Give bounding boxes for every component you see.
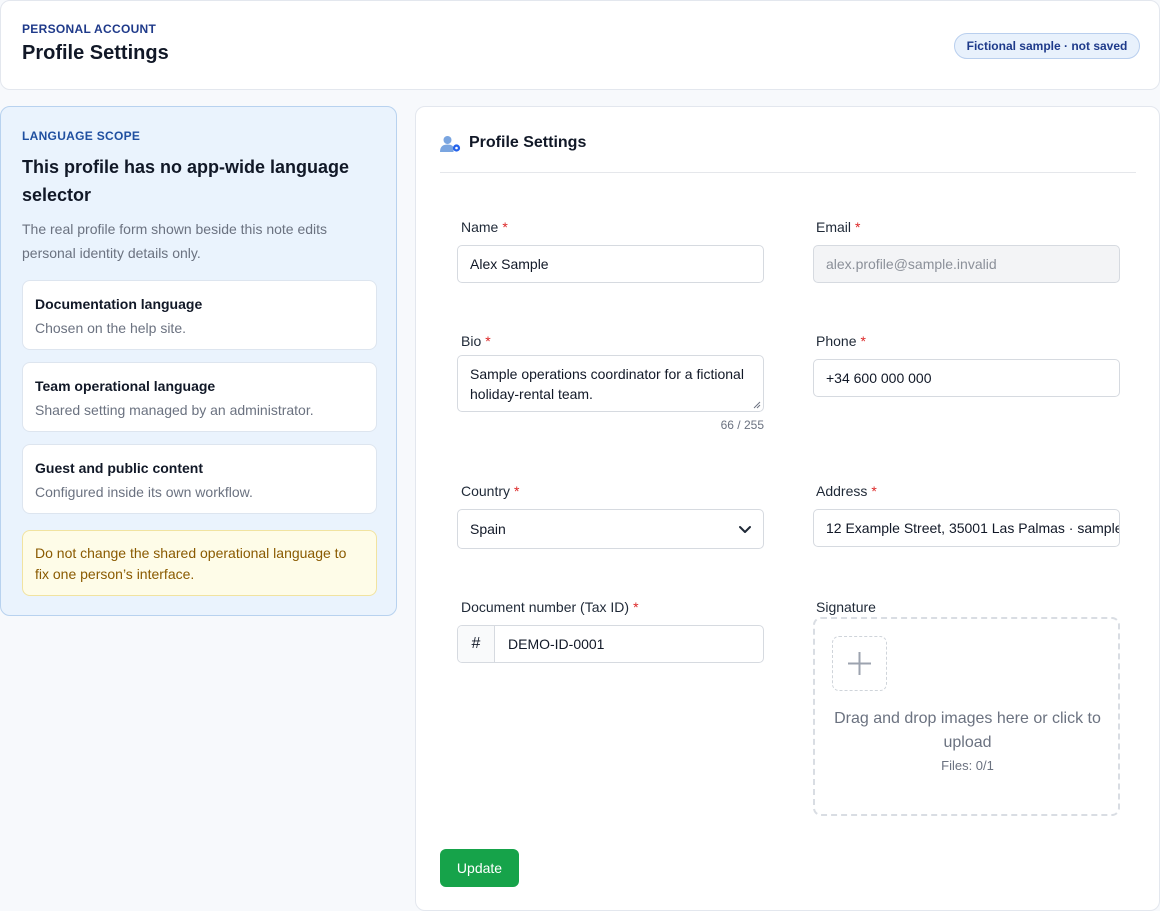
status-badge: Fictional sample · not saved: [954, 33, 1140, 59]
email-field: alex.profile@sample.invalid: [813, 245, 1120, 283]
document-label: Document number (Tax ID) *: [461, 599, 639, 615]
document-number-input[interactable]: DEMO-ID-0001: [508, 626, 604, 662]
signature-upload-dropzone[interactable]: Drag and drop images here or click to up…: [813, 617, 1120, 816]
update-button[interactable]: Update: [440, 849, 519, 887]
country-select[interactable]: Spain: [457, 509, 764, 549]
plus-icon: [848, 652, 871, 675]
country-label-text: Country: [461, 483, 511, 499]
phone-label-text: Phone: [816, 333, 857, 349]
email-label: Email *: [816, 219, 860, 235]
signature-label: Signature: [816, 599, 876, 615]
language-scope-panel: LANGUAGE SCOPE This profile has no app-w…: [0, 106, 397, 616]
user-gear-icon: [440, 136, 461, 152]
upload-file-count: Files: 0/1: [941, 758, 994, 773]
scope-item-title: Documentation language: [35, 296, 203, 312]
required-mark: *: [485, 333, 491, 349]
bio-label-text: Bio: [461, 333, 482, 349]
scope-item-documentation: Documentation language Chosen on the hel…: [22, 280, 377, 350]
required-mark: *: [502, 219, 508, 235]
card-header: Profile Settings: [440, 107, 1136, 173]
scope-eyebrow: LANGUAGE SCOPE: [22, 129, 141, 143]
scope-warning: Do not change the shared operational lan…: [22, 530, 377, 596]
chevron-down-icon: [739, 526, 751, 533]
page-eyebrow: PERSONAL ACCOUNT: [22, 22, 157, 36]
scope-item-team: Team operational language Shared setting…: [22, 362, 377, 432]
page-header: PERSONAL ACCOUNT Profile Settings Fictio…: [0, 0, 1160, 90]
address-label: Address *: [816, 483, 877, 499]
scope-heading: This profile has no app-wide language se…: [22, 157, 350, 205]
scope-item-guest: Guest and public content Configured insi…: [22, 444, 377, 514]
scope-item-desc: Shared setting managed by an administrat…: [35, 402, 314, 418]
phone-label: Phone *: [816, 333, 866, 349]
required-mark: *: [860, 333, 866, 349]
bio-char-counter: 66 / 255: [720, 418, 764, 432]
bio-textarea[interactable]: Sample operations coordinator for a fict…: [457, 355, 764, 412]
country-label: Country *: [461, 483, 519, 499]
required-mark: *: [633, 599, 639, 615]
scope-item-desc: Configured inside its own workflow.: [35, 484, 253, 500]
hash-icon: #: [458, 626, 495, 662]
upload-hint: Drag and drop images here or click to up…: [834, 710, 1101, 751]
bio-text: Sample operations coordinator for a fict…: [470, 366, 744, 402]
profile-form-card: Profile Settings Name * Alex Sample Email…: [415, 106, 1160, 911]
card-title: Profile Settings: [469, 134, 587, 151]
country-value: Spain: [470, 521, 506, 537]
address-label-text: Address: [816, 483, 868, 499]
bio-label: Bio *: [461, 333, 491, 349]
email-label-text: Email: [816, 219, 852, 235]
resize-handle-icon[interactable]: [753, 401, 761, 409]
scope-item-title: Team operational language: [35, 378, 216, 394]
scope-item-desc: Chosen on the help site.: [35, 320, 186, 336]
phone-input[interactable]: +34 600 000 000: [813, 359, 1120, 397]
document-label-text: Document number (Tax ID): [461, 599, 630, 615]
required-mark: *: [871, 483, 877, 499]
upload-button[interactable]: [832, 636, 887, 691]
page-title: Profile Settings: [22, 42, 169, 64]
scope-item-title: Guest and public content: [35, 460, 204, 476]
document-number-field[interactable]: # DEMO-ID-0001: [457, 625, 764, 663]
required-mark: *: [855, 219, 861, 235]
name-label: Name *: [461, 219, 508, 235]
required-mark: *: [514, 483, 520, 499]
name-input[interactable]: Alex Sample: [457, 245, 764, 283]
scope-intro: The real profile form shown beside this …: [22, 221, 328, 261]
address-input[interactable]: 12 Example Street, 35001 Las Palmas · sa…: [813, 509, 1120, 547]
name-label-text: Name: [461, 219, 499, 235]
